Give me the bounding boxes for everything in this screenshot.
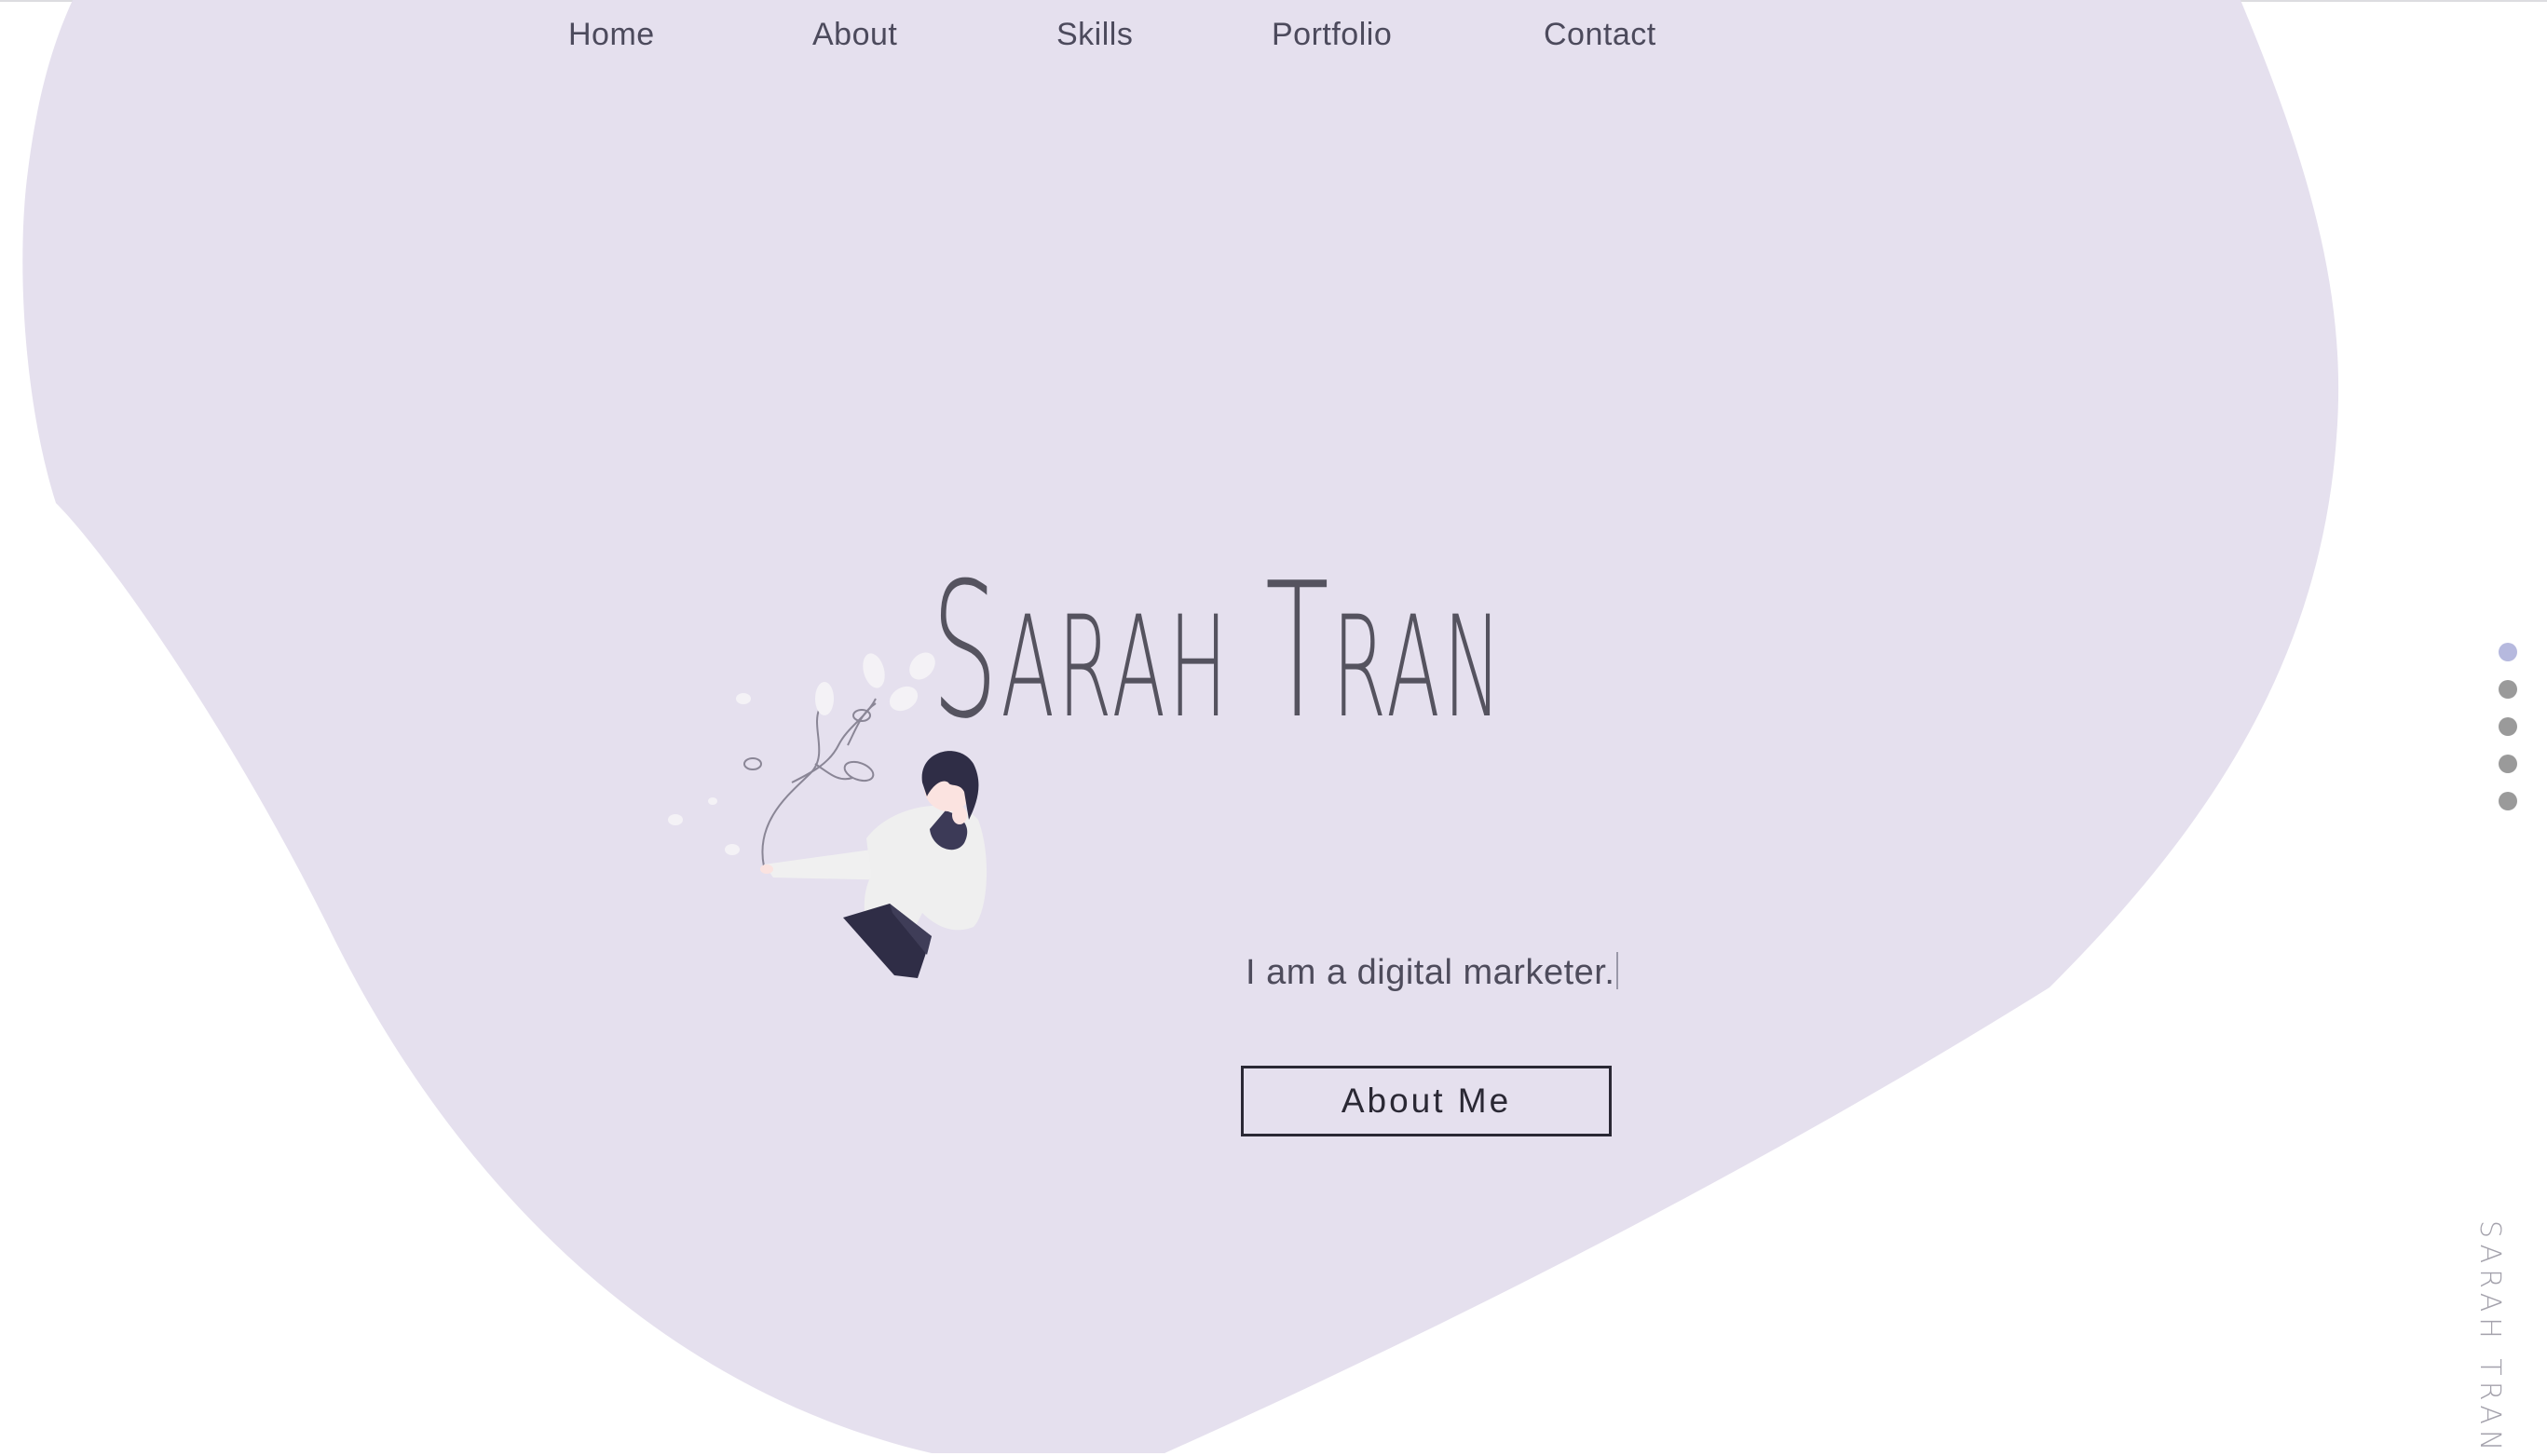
typing-cursor: [1616, 952, 1619, 989]
section-dot-nav: [2499, 643, 2519, 829]
section-dot-3[interactable]: [2499, 717, 2517, 736]
vertical-brand-text: SARAH TRAN: [2473, 1220, 2506, 1456]
nav-about-link[interactable]: About: [812, 17, 897, 53]
nav-portfolio-link[interactable]: Portfolio: [1272, 17, 1392, 53]
hero-tagline-text: I am a digital marketer.: [1246, 953, 1615, 992]
section-dot-1[interactable]: [2499, 643, 2517, 661]
nav-contact-link[interactable]: Contact: [1544, 17, 1656, 53]
about-me-button[interactable]: About Me: [1241, 1066, 1612, 1136]
hero-tagline: I am a digital marketer.: [1246, 952, 1619, 993]
section-dot-4[interactable]: [2499, 755, 2517, 773]
nav-home-link[interactable]: Home: [568, 17, 655, 53]
section-dot-5[interactable]: [2499, 792, 2517, 810]
hero-title-last-name: TRAN: [1265, 543, 1505, 760]
main-nav: Home About Skills Portfolio Contact: [0, 0, 2547, 75]
hero-title-first-name: SARAH: [932, 543, 1231, 760]
section-dot-2[interactable]: [2499, 680, 2517, 699]
hero-title: SARAH TRAN: [932, 559, 1505, 745]
nav-skills-link[interactable]: Skills: [1056, 17, 1133, 53]
